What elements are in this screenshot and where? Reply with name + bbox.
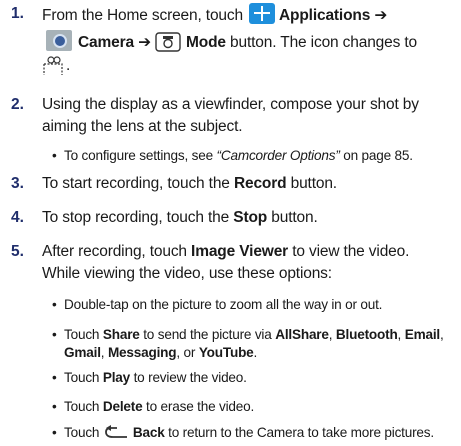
list-item: • To configure settings, see “Camcorder O… <box>52 148 413 163</box>
step-2: 2. Using the display as a viewfinder, co… <box>0 94 461 140</box>
page-reference-link[interactable]: “Camcorder Options” <box>217 148 340 163</box>
camera-mode-icon <box>155 32 181 52</box>
step-number: 3. <box>11 175 24 192</box>
step-text: Using the display as a viewfinder, compo… <box>42 96 419 135</box>
list-item: • Touch Delete to erase the video. <box>52 399 255 414</box>
record-label: Record <box>233 175 287 192</box>
list-item: • Touch Play to review the video. <box>52 370 247 385</box>
list-item: • Touch Share to send the picture via All… <box>52 327 444 360</box>
image-viewer-label: Image Viewer <box>191 243 289 260</box>
stop-label: Stop <box>233 209 268 226</box>
list-item: • Touch Back to return to the Camera to t… <box>52 425 434 440</box>
step-number: 1. <box>11 5 24 22</box>
list-item: • Double-tap on the picture to zoom all t… <box>52 297 383 312</box>
step-number: 4. <box>11 209 24 226</box>
step-text: From the Home screen, touch Applications … <box>42 3 457 77</box>
camcorder-icon <box>43 56 63 75</box>
applications-label: Applications <box>278 7 371 24</box>
mode-label: Mode <box>185 34 226 51</box>
step-number: 5. <box>11 243 24 260</box>
step-5: 5. After recording, touch Image Viewer t… <box>11 243 410 282</box>
back-arrow-icon <box>104 425 127 438</box>
camera-label: Camera <box>78 34 134 51</box>
step-number: 2. <box>11 96 24 113</box>
step-1: 1. From the Home screen, touch Applicatio… <box>0 3 461 75</box>
applications-grid-icon <box>248 3 275 24</box>
camera-app-icon <box>46 30 72 51</box>
